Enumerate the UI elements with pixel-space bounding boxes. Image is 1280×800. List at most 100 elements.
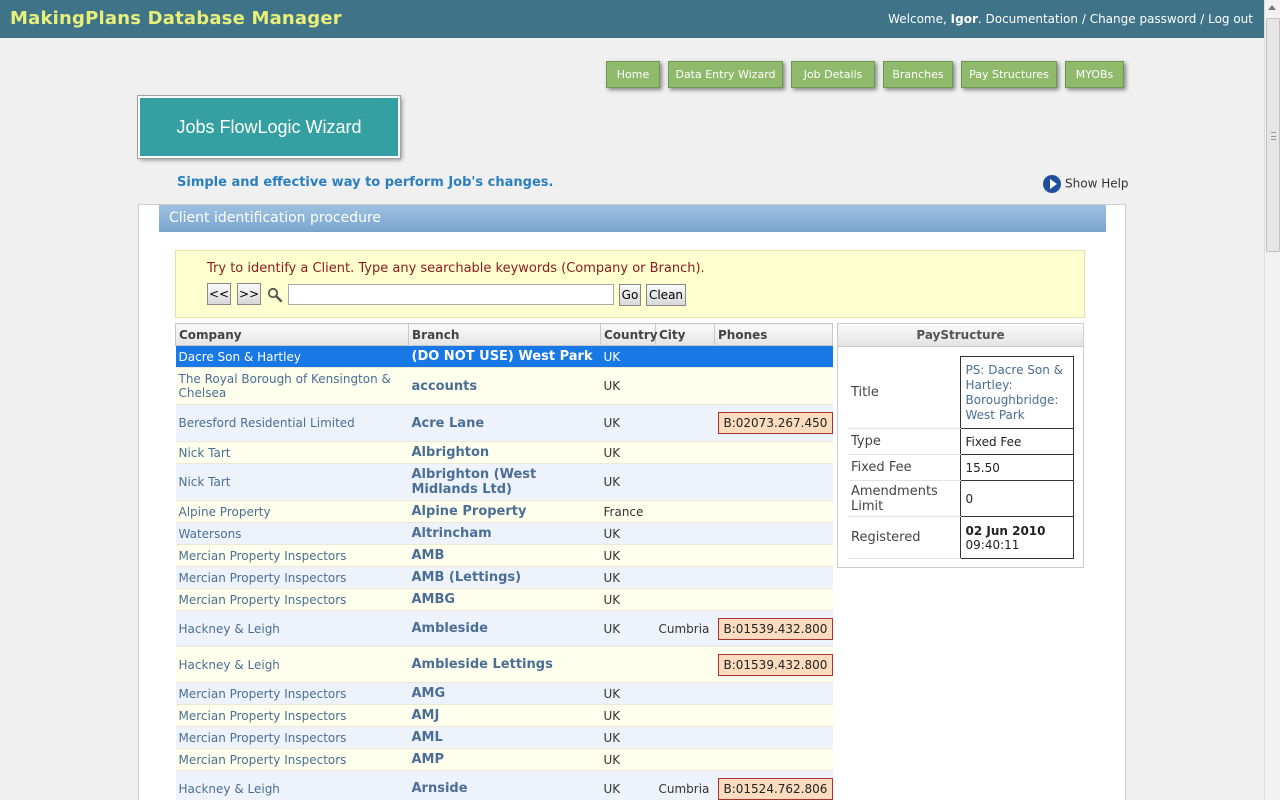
- prev-page-button[interactable]: <<: [207, 283, 231, 305]
- country-cell: UK: [600, 748, 656, 771]
- city-cell: [655, 463, 715, 501]
- pay-value-type: Fixed Fee: [959, 428, 1074, 455]
- go-button[interactable]: Go: [619, 284, 641, 306]
- country-cell: UK: [600, 770, 656, 800]
- table-row[interactable]: Mercian Property Inspectors AMP UK: [175, 748, 833, 771]
- company-cell: Nick Tart: [175, 463, 409, 501]
- nav-pay-structures-button[interactable]: Pay Structures: [961, 61, 1057, 88]
- branch-cell: AMP: [408, 748, 601, 771]
- country-cell: UK: [600, 610, 656, 647]
- app-title: MakingPlans Database Manager: [10, 8, 342, 29]
- link-separator: /: [1196, 12, 1209, 26]
- scroll-up-arrow-icon[interactable]: [1268, 5, 1276, 10]
- pay-label-title: Title: [848, 356, 960, 429]
- table-row[interactable]: Watersons Altrincham UK: [175, 522, 833, 545]
- table-row[interactable]: Beresford Residential Limited Acre Lane UK…: [175, 404, 834, 442]
- phone-cell: [714, 682, 833, 705]
- table-row[interactable]: Dacre Son & Hartley (DO NOT USE) West Par…: [175, 345, 833, 368]
- column-header-city[interactable]: City: [655, 323, 715, 346]
- city-cell: [655, 404, 715, 442]
- table-row[interactable]: Mercian Property Inspectors AMB (Lettings…: [175, 566, 833, 589]
- welcome-suffix: .: [977, 12, 986, 26]
- table-row[interactable]: Mercian Property Inspectors AMB UK: [175, 544, 833, 567]
- search-icon: [267, 287, 283, 303]
- change-password-link[interactable]: Change password: [1090, 12, 1197, 26]
- show-help-link[interactable]: Show Help: [1043, 175, 1129, 193]
- city-cell: Cumbria: [655, 610, 715, 647]
- registered-time: 09:40:11: [965, 537, 1020, 552]
- phone-cell: B:01539.432.800: [714, 610, 834, 647]
- branch-cell: AML: [408, 726, 601, 749]
- logout-link[interactable]: Log out: [1208, 12, 1253, 26]
- phone-badge: B:01524.762.806: [717, 777, 834, 800]
- company-cell: Nick Tart: [175, 441, 409, 464]
- phone-cell: [714, 704, 833, 727]
- pay-value-title: PS: Dacre Son & Hartley: Boroughbridge: …: [959, 356, 1074, 429]
- table-row[interactable]: Mercian Property Inspectors AMJ UK: [175, 704, 833, 727]
- phone-cell: [714, 345, 833, 368]
- pay-label-registered: Registered: [848, 516, 960, 559]
- pay-value-amendments-limit: 0: [959, 480, 1074, 517]
- nav-myobs-button[interactable]: MYOBs: [1065, 61, 1124, 88]
- company-cell: Mercian Property Inspectors: [175, 566, 409, 589]
- country-cell: UK: [600, 522, 656, 545]
- pay-structure-table: Title PS: Dacre Son & Hartley: Boroughbr…: [848, 356, 1074, 559]
- column-header-company[interactable]: Company: [175, 323, 409, 346]
- city-cell: [655, 646, 715, 683]
- branch-cell: AMB: [408, 544, 601, 567]
- pay-row-registered: Registered 02 Jun 2010 09:40:11: [848, 516, 1074, 559]
- city-cell: [655, 367, 715, 405]
- play-circle-icon: [1043, 175, 1061, 193]
- documentation-link[interactable]: Documentation: [986, 12, 1079, 26]
- table-row[interactable]: Mercian Property Inspectors AMBG UK: [175, 588, 833, 611]
- table-row[interactable]: The Royal Borough of Kensington & Chelse…: [175, 367, 833, 405]
- branch-cell: (DO NOT USE) West Park: [408, 345, 601, 368]
- scroll-thumb[interactable]: [1266, 18, 1280, 252]
- registered-date: 02 Jun 2010: [965, 523, 1046, 538]
- company-cell: Mercian Property Inspectors: [175, 704, 409, 727]
- country-cell: UK: [600, 441, 656, 464]
- column-header-country[interactable]: Country: [600, 323, 658, 346]
- nav-job-details-button[interactable]: Job Details: [791, 61, 875, 88]
- pay-label-fixed-fee: Fixed Fee: [848, 454, 960, 481]
- table-row[interactable]: Hackney & Leigh Ambleside Lettings B:01539…: [175, 646, 834, 683]
- table-row[interactable]: Hackney & Leigh Arnside UK Cumbria B:01524.7…: [175, 770, 834, 800]
- country-cell: UK: [600, 544, 656, 567]
- show-help-label: Show Help: [1065, 176, 1129, 191]
- nav-data-entry-wizard-button[interactable]: Data Entry Wizard: [668, 61, 783, 88]
- next-page-button[interactable]: >>: [237, 283, 261, 305]
- pay-label-type: Type: [848, 428, 960, 455]
- branch-cell: accounts: [408, 367, 601, 405]
- country-cell: UK: [600, 704, 656, 727]
- company-cell: Mercian Property Inspectors: [175, 588, 409, 611]
- branch-cell: AMB (Lettings): [408, 566, 601, 589]
- column-header-branch[interactable]: Branch: [408, 323, 601, 346]
- nav-branches-button[interactable]: Branches: [883, 61, 953, 88]
- clean-button[interactable]: Clean: [646, 284, 686, 306]
- pay-row-title: Title PS: Dacre Son & Hartley: Boroughbr…: [848, 356, 1074, 429]
- pay-row-type: Type Fixed Fee: [848, 428, 1074, 455]
- company-cell: Beresford Residential Limited: [175, 404, 409, 442]
- branch-cell: Arnside: [408, 770, 601, 800]
- company-cell: Hackney & Leigh: [175, 610, 409, 647]
- table-row[interactable]: Alpine Property Alpine Property France: [175, 500, 833, 523]
- link-separator: /: [1078, 12, 1090, 26]
- country-cell: UK: [600, 682, 656, 705]
- table-row[interactable]: Hackney & Leigh Ambleside UK Cumbria B:01539…: [175, 610, 834, 647]
- branch-cell: Albrighton: [408, 441, 601, 464]
- table-row[interactable]: Mercian Property Inspectors AML UK: [175, 726, 833, 749]
- table-row[interactable]: Nick Tart Albrighton (West Midlands Ltd) U…: [175, 463, 833, 501]
- column-header-phones[interactable]: Phones: [714, 323, 833, 346]
- table-row[interactable]: Mercian Property Inspectors AMG UK: [175, 682, 833, 705]
- company-cell: Mercian Property Inspectors: [175, 544, 409, 567]
- search-input[interactable]: [288, 284, 614, 305]
- phone-cell: B:01539.432.800: [714, 646, 834, 683]
- nav-home-button[interactable]: Home: [606, 61, 660, 88]
- phone-cell: [714, 441, 833, 464]
- table-row[interactable]: Nick Tart Albrighton UK: [175, 441, 833, 464]
- city-cell: [655, 566, 715, 589]
- page-scrollbar[interactable]: [1264, 0, 1280, 800]
- company-cell: Mercian Property Inspectors: [175, 726, 409, 749]
- phone-cell: B:01524.762.806: [714, 770, 834, 800]
- city-cell: [655, 522, 715, 545]
